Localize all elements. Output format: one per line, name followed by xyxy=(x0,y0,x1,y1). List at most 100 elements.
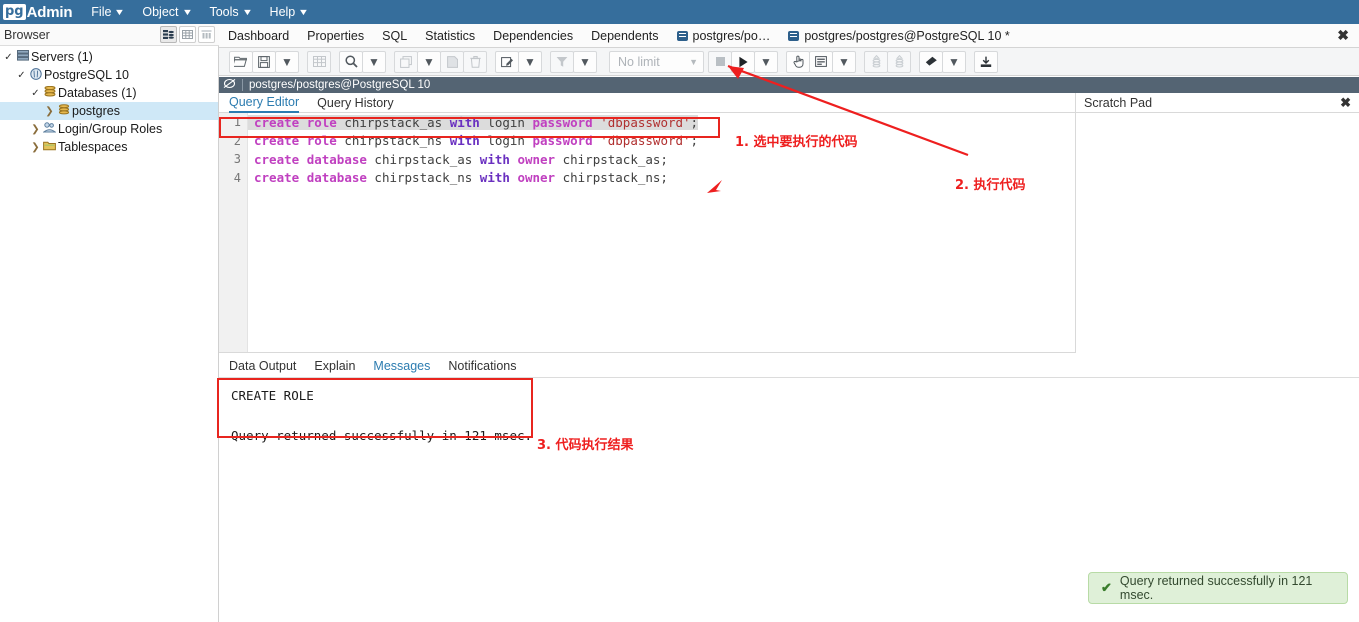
toolbar-group-clipboard: ▼ xyxy=(394,50,487,73)
close-icon[interactable]: ✖ xyxy=(1340,95,1351,111)
editor-gutter xyxy=(219,113,248,352)
tab-query-history[interactable]: Query History xyxy=(317,96,393,110)
toolbar-group-download xyxy=(974,50,998,73)
save-dropdown-button[interactable]: ▼ xyxy=(275,50,299,73)
tab-query-editor[interactable]: Query Editor xyxy=(229,93,300,113)
menu-help[interactable]: Help ▼ xyxy=(261,0,318,24)
close-icon[interactable]: ✖ xyxy=(1327,27,1359,44)
menu-file-label: File xyxy=(91,5,112,19)
grid-icon[interactable] xyxy=(179,26,196,43)
stop-query-button[interactable] xyxy=(708,50,732,73)
copy-button[interactable] xyxy=(394,50,418,73)
copy-dropdown-button[interactable]: ▼ xyxy=(417,50,441,73)
eraser-icon[interactable] xyxy=(919,50,943,73)
funnel-icon[interactable] xyxy=(550,50,574,73)
find-dropdown-button[interactable]: ▼ xyxy=(362,50,386,73)
tablespaces-icon xyxy=(42,140,57,154)
open-file-button[interactable] xyxy=(229,50,253,73)
tree-node-postgres[interactable]: ❯ postgres xyxy=(0,102,218,120)
menu-file[interactable]: File ▼ xyxy=(82,0,133,24)
save-file-button[interactable] xyxy=(252,50,276,73)
sql-editor[interactable]: 1 create role chirpstack_as with login p… xyxy=(219,113,1075,353)
toolbar-group-execute: ▼ xyxy=(708,50,778,73)
tab-explain[interactable]: Explain xyxy=(314,359,355,373)
tab-notifications[interactable]: Notifications xyxy=(448,359,516,373)
twisty-open-icon[interactable]: ✓ xyxy=(2,52,15,63)
tree-label: Databases (1) xyxy=(58,86,137,100)
tab-label: Dependencies xyxy=(493,28,574,43)
tree-node-databases[interactable]: ✓ Databases (1) xyxy=(0,84,218,102)
tab-query-tool-2[interactable]: postgres/postgres@PostgreSQL 10 * xyxy=(779,24,1018,48)
line-number: 1 xyxy=(233,115,241,130)
tab-sql[interactable]: SQL xyxy=(373,24,416,48)
tree-node-tablespaces[interactable]: ❯ Tablespaces xyxy=(0,138,218,156)
tab-statistics[interactable]: Statistics xyxy=(416,24,484,48)
scratch-pad-body[interactable] xyxy=(1075,113,1359,353)
tab-properties[interactable]: Properties xyxy=(298,24,373,48)
twisty-open-icon[interactable]: ✓ xyxy=(15,70,28,81)
line-text: create role chirpstack_ns with login pas… xyxy=(254,133,699,149)
tree-node-login-group-roles[interactable]: ❯ Login/Group Roles xyxy=(0,120,218,138)
tab-label: Dashboard xyxy=(228,28,290,43)
twisty-closed-icon[interactable]: ❯ xyxy=(29,124,42,135)
commit-stack-icon[interactable] xyxy=(864,50,888,73)
chevron-down-icon: ▼ xyxy=(838,54,850,69)
rollback-stack-icon[interactable] xyxy=(887,50,911,73)
pgadmin-logo: pg Admin xyxy=(0,4,82,21)
chevron-down-icon: ▼ xyxy=(114,7,126,17)
chevron-down-icon: ▼ xyxy=(948,54,960,69)
tab-dependents[interactable]: Dependents xyxy=(582,24,667,48)
code-line: 3 create database chirpstack_as with own… xyxy=(234,150,1075,169)
paste-button[interactable] xyxy=(440,50,464,73)
logo-admin-text: Admin xyxy=(26,3,73,21)
editor-code[interactable]: 1 create role chirpstack_as with login p… xyxy=(234,113,1075,352)
twisty-closed-icon[interactable]: ❯ xyxy=(29,142,42,153)
filter-dropdown-button[interactable]: ▼ xyxy=(573,50,597,73)
scratch-pad-header: Scratch Pad ✖ xyxy=(1075,93,1359,113)
tab-dependencies[interactable]: Dependencies xyxy=(484,24,582,48)
twisty-closed-icon[interactable]: ❯ xyxy=(43,106,56,117)
browser-title: Browser xyxy=(4,27,50,42)
query-tool-icon xyxy=(223,78,236,92)
trash-icon[interactable] xyxy=(463,50,487,73)
menu-object[interactable]: Object ▼ xyxy=(133,0,200,24)
tree-label: postgres xyxy=(72,104,120,118)
tab-query-tool-1[interactable]: postgres/po… xyxy=(668,24,780,48)
browser-tree-icon[interactable] xyxy=(160,26,177,43)
postgres-icon xyxy=(28,67,43,83)
toolbar-group-explain: ▼ xyxy=(786,50,856,73)
tree-node-postgresql-10[interactable]: ✓ PostgreSQL 10 xyxy=(0,66,218,84)
edit-mode-dropdown-button[interactable]: ▼ xyxy=(518,50,542,73)
browser-tree: ✓ Servers (1) ✓ PostgreSQL 10 ✓ Database… xyxy=(0,46,219,622)
code-line: 1 create role chirpstack_as with login p… xyxy=(234,113,1075,132)
tab-label: postgres/po… xyxy=(692,28,771,43)
clear-dropdown-button[interactable]: ▼ xyxy=(942,50,966,73)
row-limit-value: No limit xyxy=(618,54,660,69)
tab-label: postgres/postgres@PostgreSQL 10 * xyxy=(804,28,1010,43)
toolbar-group-find: ▼ xyxy=(339,50,386,73)
tab-messages[interactable]: Messages xyxy=(373,359,430,373)
tab-dashboard[interactable]: Dashboard xyxy=(219,24,298,48)
row-limit-select[interactable]: No limit ▼ xyxy=(609,50,704,73)
pgadmin-window: pg Admin File ▼ Object ▼ Tools ▼ Help ▼ … xyxy=(0,0,1359,622)
tree-label: Servers (1) xyxy=(31,50,93,64)
tab-data-output[interactable]: Data Output xyxy=(229,359,296,373)
menu-tools[interactable]: Tools ▼ xyxy=(200,0,260,24)
query-panel-title: postgres/postgres@PostgreSQL 10 xyxy=(242,79,430,91)
execute-query-button[interactable] xyxy=(731,50,755,73)
execute-dropdown-button[interactable]: ▼ xyxy=(754,50,778,73)
hand-pointer-icon[interactable] xyxy=(786,50,810,73)
edit-mode-button[interactable] xyxy=(495,50,519,73)
tree-node-servers[interactable]: ✓ Servers (1) xyxy=(0,48,218,66)
line-text: create role chirpstack_as with login pas… xyxy=(248,114,699,130)
find-button[interactable] xyxy=(339,50,363,73)
download-icon[interactable] xyxy=(974,50,998,73)
panel-icon[interactable] xyxy=(809,50,833,73)
menu-help-label: Help xyxy=(269,5,296,19)
columns-icon[interactable] xyxy=(198,26,215,43)
success-toast: ✔ Query returned successfully in 121 mse… xyxy=(1088,572,1348,604)
twisty-open-icon[interactable]: ✓ xyxy=(29,88,42,99)
explain-dropdown-button[interactable]: ▼ xyxy=(832,50,856,73)
edit-grid-button[interactable] xyxy=(307,50,331,73)
line-number: 2 xyxy=(233,133,241,148)
